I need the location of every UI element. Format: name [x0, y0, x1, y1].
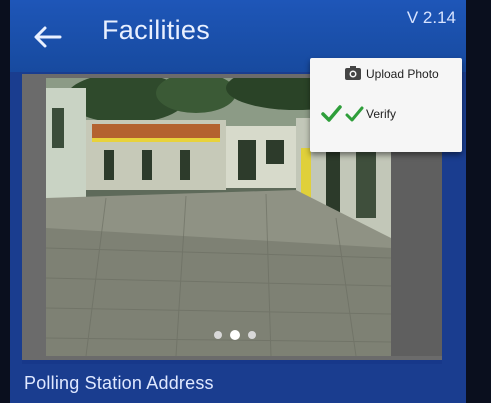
carousel-dot[interactable] [248, 331, 256, 339]
page-title: Facilities [102, 15, 211, 45]
overflow-menu: Upload Photo Verify [310, 58, 462, 152]
check-icon [321, 105, 342, 122]
upload-photo-menu-item[interactable]: Upload Photo [310, 58, 462, 90]
version-label: V 2.14 [406, 8, 456, 27]
section-label-polling-station-address: Polling Station Address [24, 373, 214, 393]
arrow-left-icon[interactable] [32, 24, 62, 50]
verify-label: Verify [366, 107, 397, 121]
camera-upload-icon [345, 66, 361, 80]
check-icon [345, 106, 364, 122]
carousel-dot[interactable] [214, 331, 222, 339]
verify-menu-item[interactable]: Verify [310, 98, 462, 130]
upload-photo-label: Upload Photo [366, 67, 439, 81]
carousel-indicator [208, 328, 268, 342]
app-screen: Facilities V 2.14 Upload Photo Verify Po… [10, 0, 466, 403]
carousel-dot-active[interactable] [230, 330, 240, 340]
